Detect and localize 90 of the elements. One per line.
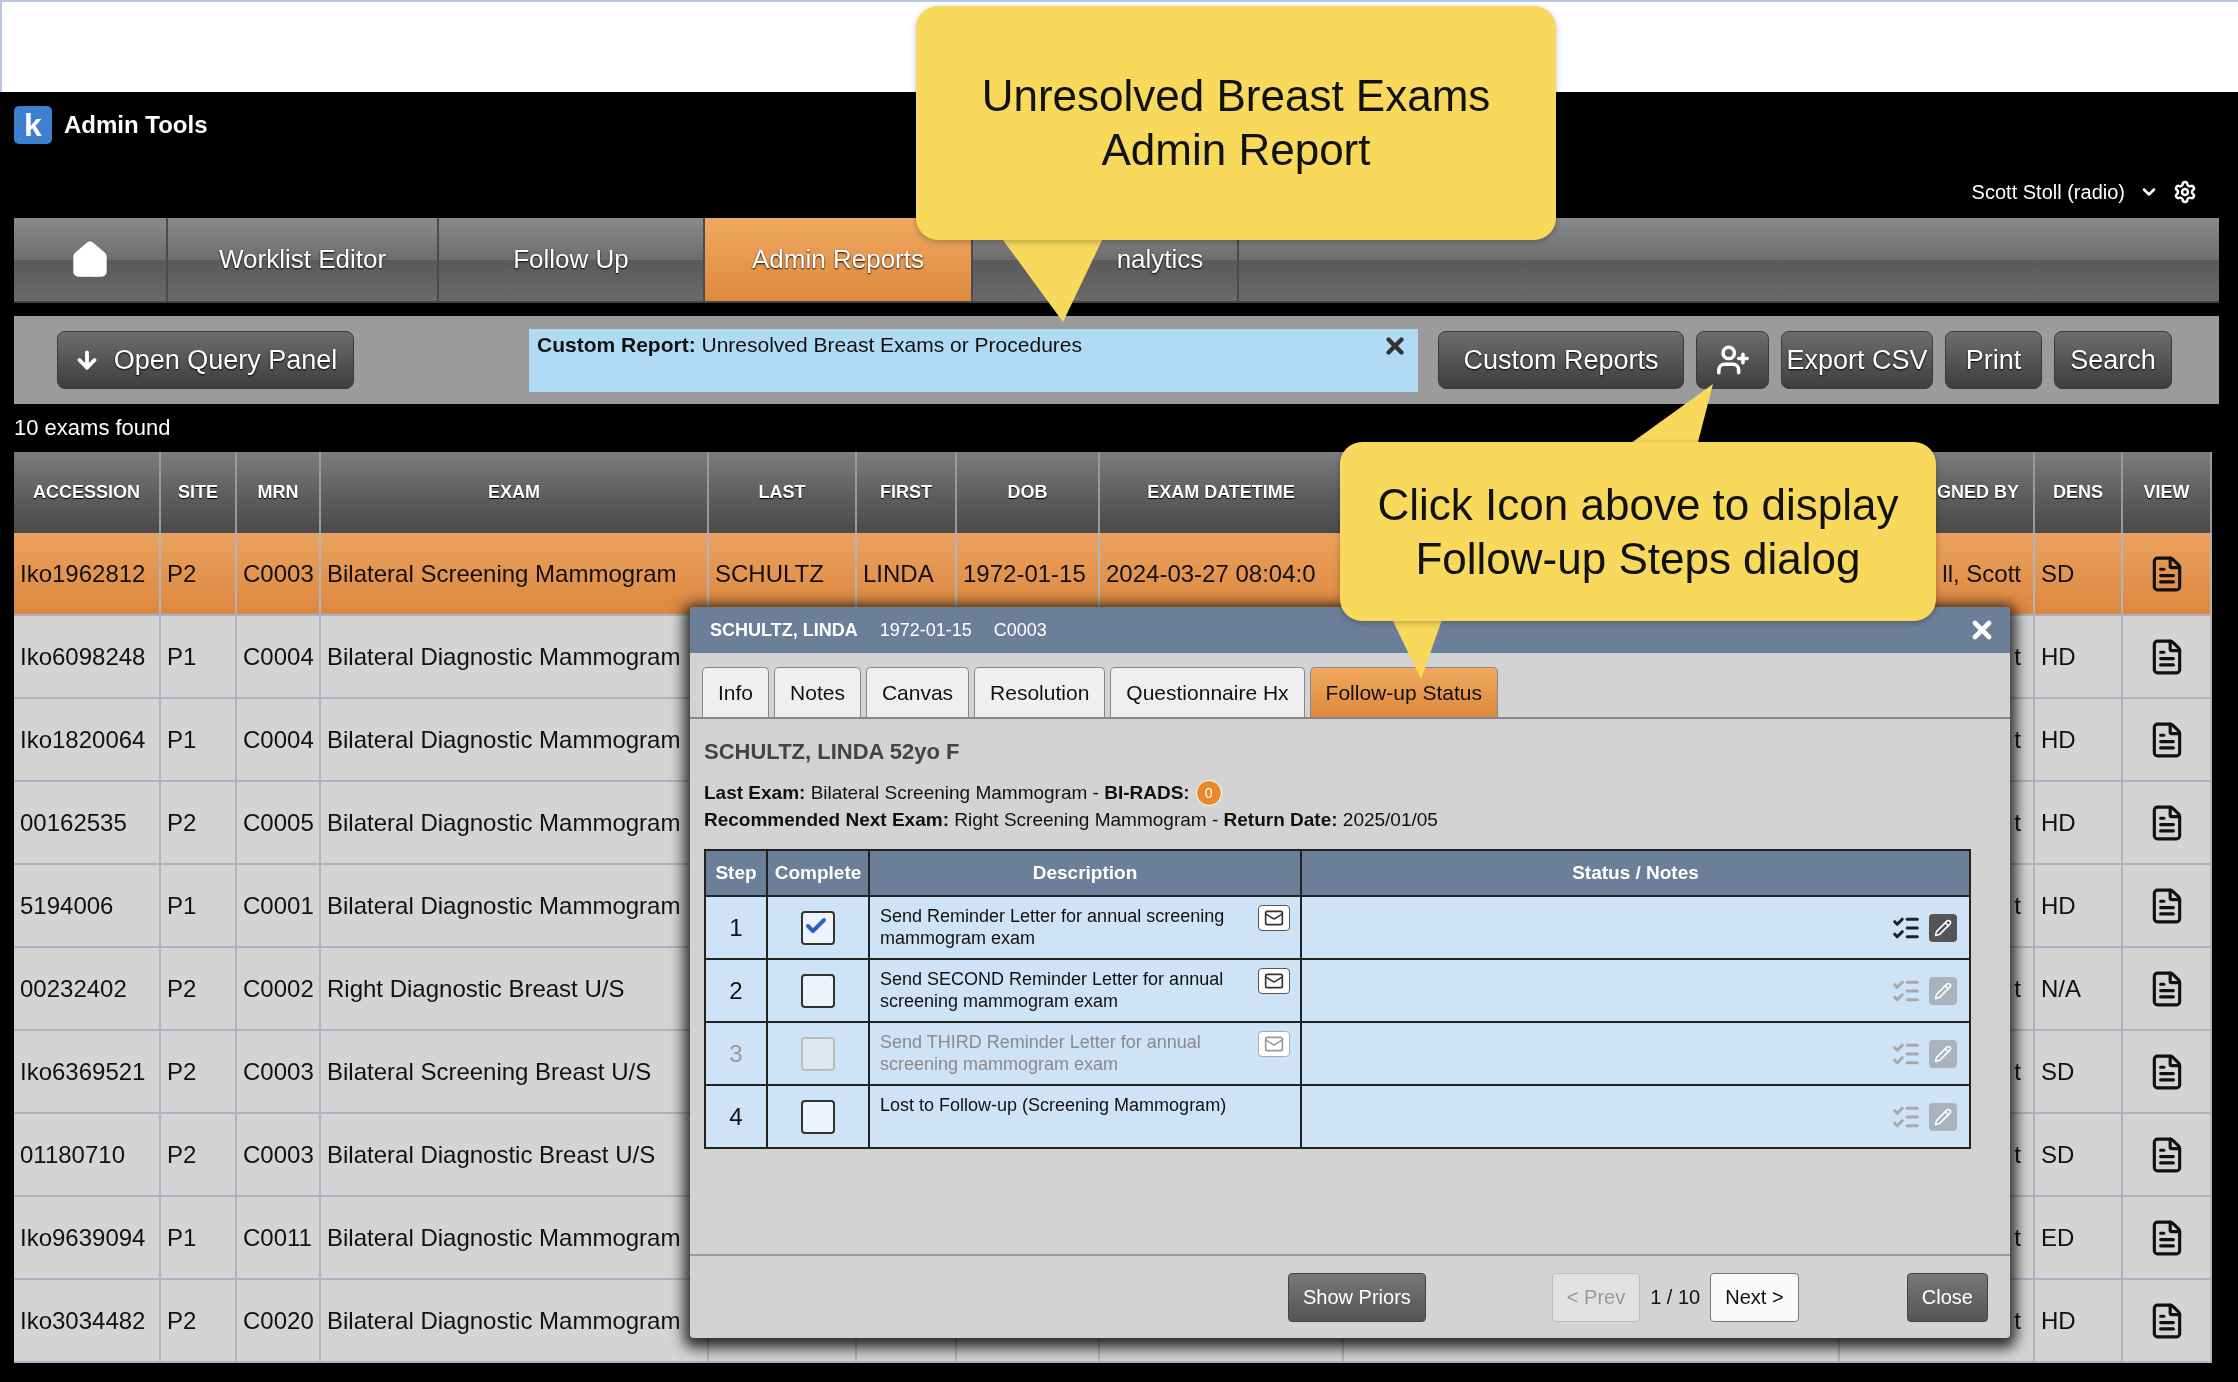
table-cell: P2 <box>167 1140 197 1169</box>
table-cell: t <box>2014 725 2021 754</box>
column-header: Step <box>706 851 766 895</box>
column-header: Status / Notes <box>1302 851 1969 895</box>
table-cell: Bilateral Diagnostic Mammogram <box>327 725 681 754</box>
app-title: Admin Tools <box>64 111 208 139</box>
table-cell: Bilateral Diagnostic Mammogram <box>327 891 681 920</box>
report-filter-text: Custom Report: Unresolved Breast Exams or Procedures <box>537 332 1082 356</box>
step-number: 2 <box>729 976 743 1005</box>
step-number: 1 <box>729 913 743 942</box>
table-cell: 00162535 <box>20 808 127 837</box>
table-cell: HD <box>2041 725 2076 754</box>
table-cell: 1972-01-15 <box>963 559 1086 588</box>
table-cell: C0003 <box>243 559 314 588</box>
table-cell: C0004 <box>243 725 314 754</box>
last-exam-text: Last Exam: Bilateral Screening Mammogram - BI-RADS: <box>704 781 1190 804</box>
table-cell: P2 <box>167 1306 197 1335</box>
table-cell: C0003 <box>243 1140 314 1169</box>
page-indicator: 1 / 10 <box>1650 1285 1701 1309</box>
step-description: Send Reminder Letter for annual screening mammogram exam <box>880 905 1226 949</box>
table-cell: t <box>2014 1057 2021 1086</box>
step-number: 4 <box>729 1102 743 1131</box>
app-logo: k <box>14 106 52 144</box>
table-cell: Bilateral Diagnostic Breast U/S <box>327 1140 656 1169</box>
table-cell: P1 <box>167 725 197 754</box>
annotation-tooltip: Unresolved Breast Exams Admin Report <box>916 6 1556 240</box>
table-cell: LINDA <box>863 559 934 588</box>
table-cell: Right Diagnostic Breast U/S <box>327 974 625 1003</box>
table-cell: Iko9639094 <box>20 1223 146 1252</box>
table-cell: P2 <box>167 1057 197 1086</box>
step-description: Lost to Follow-up (Screening Mammogram) <box>880 1094 1227 1116</box>
table-cell: Bilateral Screening Breast U/S <box>327 1057 652 1086</box>
table-cell: HD <box>2041 642 2076 671</box>
table-cell: C0003 <box>243 1057 314 1086</box>
table-cell: t <box>2014 1223 2021 1252</box>
table-cell: C0011 <box>243 1223 312 1252</box>
table-cell: P1 <box>167 1223 197 1252</box>
dialog-patient-name: SCHULTZ, LINDA <box>710 619 858 641</box>
table-cell: C0001 <box>243 891 314 920</box>
table-cell: t <box>2014 1140 2021 1169</box>
table-cell: SD <box>2041 1057 2075 1086</box>
dialog-dob: 1972-01-15 <box>879 619 972 641</box>
table-cell: HD <box>2041 1306 2076 1335</box>
table-cell: P2 <box>167 808 197 837</box>
table-cell: ED <box>2041 1223 2075 1252</box>
column-header: Description <box>870 851 1300 895</box>
column-header: Complete <box>768 851 868 895</box>
annotation-tooltip: Click Icon above to display Follow-up Steps dialog <box>1340 442 1936 621</box>
table-cell: C0020 <box>243 1306 314 1335</box>
table-cell: N/A <box>2041 974 2081 1003</box>
patient-heading: SCHULTZ, LINDA 52yo F <box>704 739 961 765</box>
table-cell: P2 <box>167 559 197 588</box>
table-cell: t <box>2014 891 2021 920</box>
table-cell: t <box>2014 808 2021 837</box>
table-cell: Bilateral Screening Mammogram <box>327 559 677 588</box>
table-cell: Bilateral Diagnostic Mammogram <box>327 808 681 837</box>
table-cell: Bilateral Diagnostic Mammogram <box>327 1223 681 1252</box>
table-cell: t <box>2014 1306 2021 1335</box>
step-description: Send THIRD Reminder Letter for annual screening mammogram exam <box>880 1031 1202 1075</box>
table-cell: 5194006 <box>20 891 114 920</box>
table-cell: t <box>2014 642 2021 671</box>
table-cell: C0005 <box>243 808 314 837</box>
table-cell: Bilateral Diagnostic Mammogram <box>327 642 681 671</box>
step-description: Send SECOND Reminder Letter for annual screening mammogram exam <box>880 968 1225 1012</box>
table-cell: HD <box>2041 891 2076 920</box>
next-exam-text: Recommended Next Exam: Right Screening Mammogram - Return Date: 2025/01/05 <box>704 808 1438 831</box>
table-cell: ll, Scott <box>1942 559 2021 588</box>
table-cell: Iko6369521 <box>20 1057 146 1086</box>
results-count: 10 exams found <box>14 415 171 441</box>
table-cell: Iko3034482 <box>20 1306 146 1335</box>
birads-badge: 0 <box>1195 779 1222 806</box>
table-cell: 2024-03-27 08:04:0 <box>1106 559 1316 588</box>
table-cell: C0004 <box>243 642 314 671</box>
table-cell: P1 <box>167 891 197 920</box>
table-cell: SD <box>2041 559 2075 588</box>
table-cell: P2 <box>167 974 197 1003</box>
step-number: 3 <box>729 1039 743 1068</box>
table-cell: SD <box>2041 1140 2075 1169</box>
table-cell: Iko1820064 <box>20 725 146 754</box>
table-cell: Bilateral Diagnostic Mammogram <box>327 1306 681 1335</box>
table-cell: P1 <box>167 642 197 671</box>
table-cell: Iko6098248 <box>20 642 146 671</box>
table-cell: 00232402 <box>20 974 127 1003</box>
table-cell: 01180710 <box>20 1140 125 1169</box>
table-cell: t <box>2014 974 2021 1003</box>
table-cell: HD <box>2041 808 2076 837</box>
table-cell: C0002 <box>243 974 314 1003</box>
dialog-mrn: C0003 <box>993 619 1047 641</box>
table-cell: Iko1962812 <box>20 559 146 588</box>
table-cell: SCHULTZ <box>715 559 824 588</box>
